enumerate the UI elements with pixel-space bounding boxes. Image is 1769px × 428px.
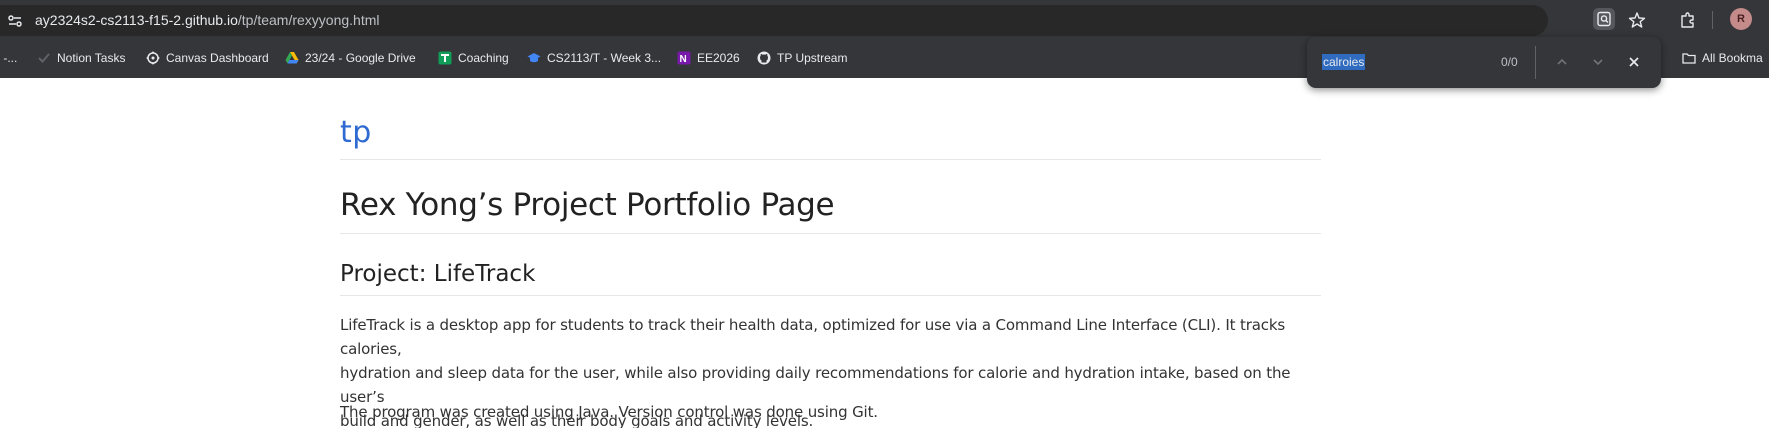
google-drive-icon	[285, 51, 299, 65]
bookmark-item-google-drive[interactable]: 23/24 - Google Drive	[285, 48, 416, 68]
bookmark-label: CS2113/T - Week 3...	[547, 51, 662, 65]
url-path: /tp/team/rexyyong.html	[237, 12, 380, 28]
coaching-icon	[438, 51, 452, 65]
svg-text:N: N	[680, 54, 687, 65]
profile-avatar[interactable]: R	[1730, 8, 1752, 30]
url-text[interactable]: ay2324s2-cs2113-f15-2.github.io/tp/team/…	[35, 12, 380, 28]
bookmark-label: Coaching	[458, 51, 509, 65]
chevron-down-icon[interactable]	[1589, 53, 1607, 71]
bookmark-label: Canvas Dashboard	[166, 51, 269, 65]
bookmark-label: Notion Tasks	[57, 51, 126, 65]
bookmark-item-tp-upstream[interactable]: TP Upstream	[757, 48, 847, 68]
bookmark-item-notion-tasks[interactable]: Notion Tasks	[37, 48, 125, 68]
site-info-icon[interactable]	[6, 12, 24, 30]
extensions-puzzle-icon[interactable]	[1677, 9, 1699, 31]
chevron-up-icon[interactable]	[1553, 53, 1571, 71]
folder-icon	[1682, 51, 1696, 65]
bookmark-label: 23/24 - Google Drive	[305, 51, 416, 65]
find-input[interactable]: calroies	[1322, 54, 1366, 70]
bookmark-item-canvas-dashboard[interactable]: Canvas Dashboard	[146, 48, 269, 68]
bookmark-item-cs2113[interactable]: CS2113/T - Week 3...	[527, 48, 661, 68]
toolbar-divider	[1712, 11, 1713, 29]
github-icon	[757, 51, 771, 65]
site-title-link[interactable]: tp	[340, 115, 372, 150]
header-divider	[340, 159, 1321, 160]
bookmark-item-all-bookmarks[interactable]: All Bookma	[1682, 48, 1763, 68]
page-title: Rex Yong’s Project Portfolio Page	[340, 187, 835, 223]
url-host: ay2324s2-cs2113-f15-2.github.io	[35, 12, 238, 28]
find-divider	[1535, 46, 1536, 79]
bookmark-label: TP Upstream	[777, 51, 848, 65]
tech-description: The program was created using Java. Vers…	[340, 403, 878, 421]
description-line: LifeTrack is a desktop app for students …	[340, 316, 1286, 358]
notion-check-icon	[37, 51, 51, 65]
canvas-icon	[146, 51, 160, 65]
google-lens-icon[interactable]	[1593, 8, 1615, 30]
address-bar[interactable]: ay2324s2-cs2113-f15-2.github.io/tp/team/…	[0, 5, 1548, 36]
bookmark-label: r -...	[0, 51, 18, 65]
close-icon[interactable]	[1625, 53, 1643, 71]
title-divider	[340, 233, 1321, 234]
project-heading: Project: LifeTrack	[340, 261, 536, 287]
bookmark-label: All Bookma	[1702, 51, 1763, 65]
onenote-icon: N	[677, 51, 691, 65]
bookmark-item-overflow[interactable]: r -...	[0, 48, 17, 68]
bookmark-item-coaching[interactable]: Coaching	[438, 48, 509, 68]
find-match-count: 0/0	[1501, 55, 1518, 69]
graduation-cap-icon	[527, 51, 541, 65]
find-bar: calroies 0/0	[1307, 37, 1661, 88]
bookmark-item-ee2026[interactable]: N EE2026	[677, 48, 740, 68]
bookmark-label: EE2026	[697, 51, 740, 65]
subheading-divider	[340, 295, 1321, 296]
bookmark-star-icon[interactable]	[1626, 9, 1648, 31]
